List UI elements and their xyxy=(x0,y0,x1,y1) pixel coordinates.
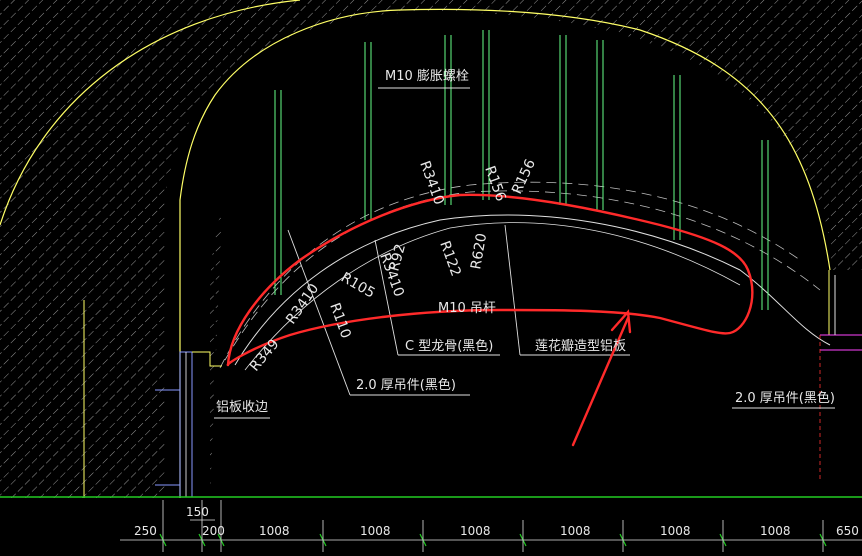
label-edge-trim: 铝板收边 xyxy=(216,400,268,415)
right-steel-frame xyxy=(819,275,862,480)
dimension-label: 150 xyxy=(186,505,209,519)
label-hanger-right: 2.0 厚吊件(黑色) xyxy=(735,390,835,406)
dimension-label: 1008 xyxy=(760,524,791,538)
label-c-keel: C 型龙骨(黑色) xyxy=(405,338,493,354)
label-expansion-bolt: M10 膨胀螺栓 xyxy=(385,69,469,84)
dimension-label: 1008 xyxy=(660,524,691,538)
radius-label: R122 xyxy=(436,239,464,279)
dimension-label: 1008 xyxy=(360,524,391,538)
leader-lines xyxy=(214,87,835,419)
dimension-label: 1008 xyxy=(259,524,290,538)
dimension-line xyxy=(120,500,862,552)
radius-label: R156 xyxy=(509,157,539,197)
label-lotus-panel: 莲花瓣造型铝板 xyxy=(535,338,626,354)
radius-label: R105 xyxy=(338,270,378,302)
label-hanger-left: 2.0 厚吊件(黑色) xyxy=(356,377,456,393)
dimension-label: 250 xyxy=(134,524,157,538)
dimension-label: 1008 xyxy=(460,524,491,538)
dimension-label: 200 xyxy=(202,524,225,538)
arch-contours xyxy=(219,181,831,371)
label-hanger-rod: M10 吊杆 xyxy=(438,301,496,316)
radius-label: R349 xyxy=(247,336,283,374)
radius-label: R3410 xyxy=(283,281,322,327)
dimension-label: 1008 xyxy=(560,524,591,538)
dimension-label: 650 xyxy=(836,524,859,538)
radius-label: R620 xyxy=(468,232,490,271)
radius-label: R92 xyxy=(386,242,409,273)
cad-drawing-canvas: M10 膨胀螺栓 M10 吊杆 C 型龙骨(黑色) 莲花瓣造型铝板 2.0 厚吊… xyxy=(0,0,862,552)
radius-label: R3410 xyxy=(416,159,447,207)
